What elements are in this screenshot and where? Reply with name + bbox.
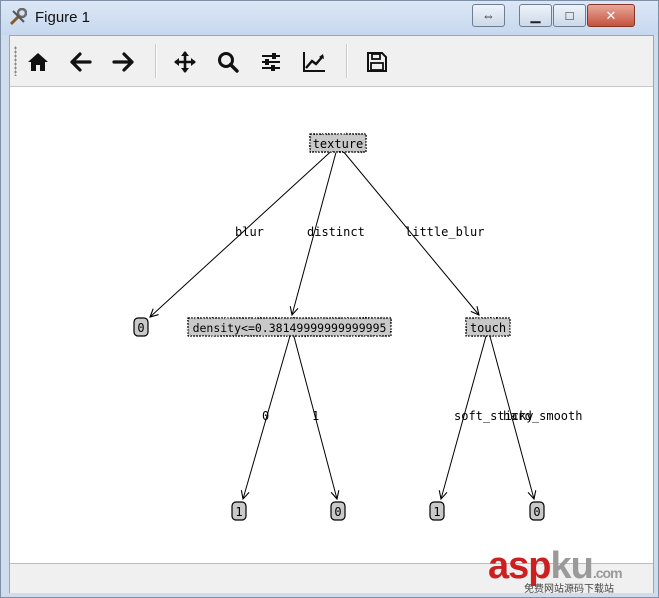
edge-label-hard-smooth: hard_smooth bbox=[503, 409, 582, 423]
figure-client-area: blur distinct little_blur 0 1 soft_stick… bbox=[9, 35, 654, 593]
back-arrow-icon[interactable] bbox=[66, 47, 96, 77]
restore-button[interactable]: ⇔ bbox=[472, 4, 505, 27]
node-touch-label: touch bbox=[470, 321, 506, 335]
node-touch: touch bbox=[465, 317, 511, 337]
home-icon[interactable] bbox=[23, 47, 53, 77]
maximize-button[interactable]: □ bbox=[553, 4, 586, 27]
figure-canvas[interactable]: blur distinct little_blur 0 1 soft_stick… bbox=[10, 87, 653, 563]
close-icon: ✕ bbox=[605, 7, 617, 23]
edge-label-little-blur: little_blur bbox=[405, 225, 484, 239]
navigation-toolbar bbox=[10, 36, 653, 87]
app-icon bbox=[9, 7, 28, 26]
configure-subplots-icon[interactable] bbox=[256, 47, 286, 77]
leaf-label: 1 bbox=[235, 505, 242, 519]
leaf-node: 1 bbox=[429, 501, 445, 521]
leaf-label: 0 bbox=[334, 505, 341, 519]
figure-window: Figure 1 ⇔ ▁ □ ✕ blur distinct little_bl… bbox=[0, 0, 659, 598]
toolbar-separator bbox=[346, 44, 348, 78]
forward-arrow-icon[interactable] bbox=[108, 47, 138, 77]
toolbar-grip[interactable] bbox=[14, 46, 17, 76]
window-title: Figure 1 bbox=[35, 9, 91, 26]
restore-icon: ⇔ bbox=[482, 8, 495, 23]
minimize-button[interactable]: ▁ bbox=[519, 4, 552, 27]
watermark-logo: aspku.com 免费网站源码下载站 bbox=[488, 545, 648, 595]
watermark-subtitle: 免费网站源码下载站 bbox=[524, 584, 614, 595]
decision-tree-plot: blur distinct little_blur 0 1 soft_stick… bbox=[133, 133, 582, 521]
maximize-icon: □ bbox=[565, 8, 574, 23]
leaf-label: 0 bbox=[533, 505, 540, 519]
pan-icon[interactable] bbox=[170, 47, 200, 77]
node-density-label: density<=0.38149999999999995 bbox=[193, 321, 387, 335]
leaf-node: 0 bbox=[133, 317, 149, 337]
leaf-node: 1 bbox=[231, 501, 247, 521]
leaf-node: 0 bbox=[330, 501, 346, 521]
zoom-icon[interactable] bbox=[213, 47, 243, 77]
toolbar-separator bbox=[155, 44, 157, 78]
watermark-dotcom: .com bbox=[592, 565, 623, 581]
node-texture-label: texture bbox=[313, 137, 364, 151]
save-icon[interactable] bbox=[362, 47, 392, 77]
title-bar[interactable]: Figure 1 ⇔ ▁ □ ✕ bbox=[1, 1, 658, 35]
edge-label-0: 0 bbox=[262, 409, 269, 423]
leaf-node: 0 bbox=[529, 501, 545, 521]
node-texture: texture bbox=[309, 133, 367, 153]
close-button[interactable]: ✕ bbox=[587, 4, 635, 27]
edge-label-blur: blur bbox=[235, 225, 264, 239]
edge-label-distinct: distinct bbox=[307, 225, 365, 239]
leaf-label: 1 bbox=[433, 505, 440, 519]
node-density: density<=0.38149999999999995 bbox=[187, 317, 392, 337]
leaf-label: 0 bbox=[137, 321, 144, 335]
minimize-icon: ▁ bbox=[530, 7, 541, 23]
edge-label-1: 1 bbox=[312, 409, 319, 423]
edit-axis-icon[interactable] bbox=[299, 47, 329, 77]
